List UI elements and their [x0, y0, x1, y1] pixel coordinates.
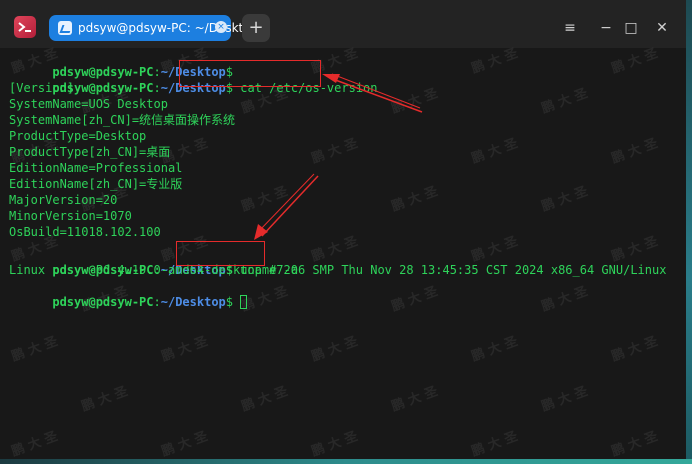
desktop-edge — [0, 459, 692, 464]
arrow-to-cat — [322, 73, 423, 113]
arrow-to-uname — [254, 173, 319, 240]
desktop-edge — [686, 0, 692, 464]
terminal-window: pdsyw@pdsyw-PC: ~/Desktop × + ≡ − □ ✕ 鹏 … — [0, 0, 692, 464]
annotation-arrows — [254, 73, 423, 240]
